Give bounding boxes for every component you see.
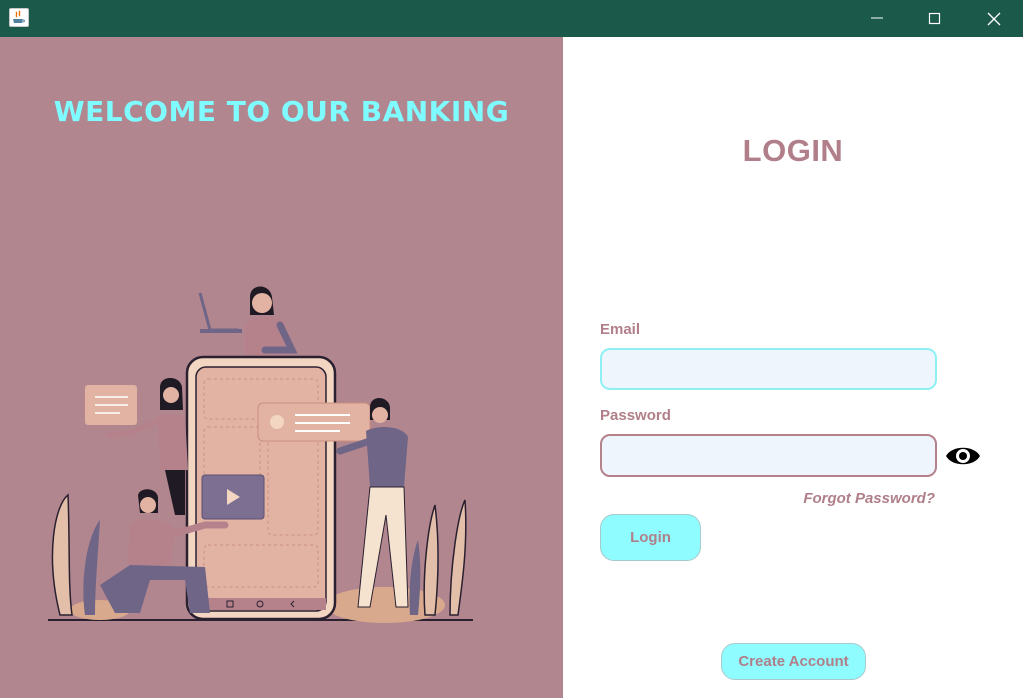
- maximize-icon: [928, 12, 941, 25]
- login-heading: LOGIN: [742, 133, 844, 168]
- banking-illustration: [48, 286, 473, 623]
- email-field[interactable]: [600, 348, 937, 390]
- close-button[interactable]: [965, 0, 1023, 37]
- minimize-button[interactable]: [848, 0, 906, 37]
- title-bar: [0, 0, 1023, 37]
- forgot-password-link[interactable]: Forgot Password?: [763, 490, 935, 507]
- close-icon: [987, 12, 1001, 26]
- show-password-eye-icon[interactable]: [944, 441, 982, 471]
- password-field[interactable]: [600, 434, 937, 477]
- login-panel: LOGIN Email Password Forgot Password? Lo…: [563, 37, 1023, 698]
- password-label: Password: [600, 407, 671, 424]
- java-app-icon: [9, 8, 29, 27]
- welcome-panel: WELCOME TO OUR BANKING: [0, 37, 563, 698]
- create-account-button[interactable]: Create Account: [721, 643, 866, 680]
- maximize-button[interactable]: [906, 0, 964, 37]
- email-label: Email: [600, 321, 641, 338]
- login-button[interactable]: Login: [600, 514, 701, 561]
- welcome-heading: WELCOME TO OUR BANKING: [53, 95, 510, 128]
- minimize-icon: [871, 17, 883, 19]
